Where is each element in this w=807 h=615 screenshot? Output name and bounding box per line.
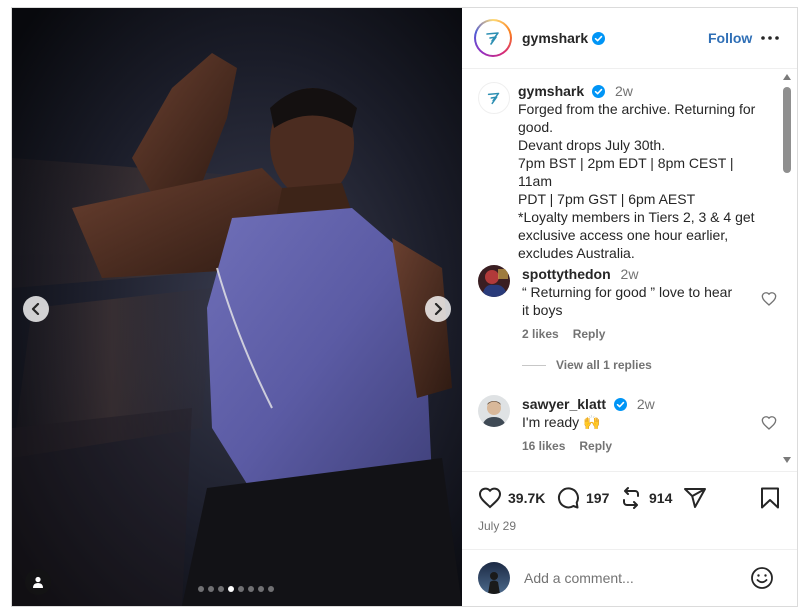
user-tag-icon [33, 576, 43, 588]
comment-username[interactable]: spottythedon [522, 266, 611, 282]
comment-text: “ Returning for good ” love to hear [522, 284, 733, 300]
carousel-next-button[interactable] [425, 296, 451, 322]
bookmark-icon [761, 487, 779, 509]
comment-username[interactable]: sawyer_klatt [522, 396, 606, 412]
post-header: gymshark Follow [462, 8, 797, 69]
chevron-left-icon [31, 303, 40, 315]
comment-text: I'm ready 🙌 [522, 414, 601, 430]
comment-item: spottythedon 2w “ Returning for good ” l… [478, 265, 777, 341]
caption-line: excludes Australia. [518, 245, 635, 261]
comment-count[interactable]: 197 [586, 490, 609, 506]
comment-time[interactable]: 2w [621, 266, 639, 282]
repost-icon [623, 487, 639, 509]
scroll-up-arrow-icon[interactable] [783, 74, 791, 80]
emoji-icon[interactable] [750, 566, 774, 590]
verified-icon [592, 31, 606, 45]
like-count[interactable]: 39.7K [508, 490, 545, 506]
carousel-indicator [198, 586, 274, 592]
avatar[interactable] [478, 395, 510, 427]
post-actions: 39.7K 197 914 July 29 [462, 471, 797, 549]
carousel-dot [218, 586, 224, 592]
avatar[interactable] [478, 265, 510, 297]
heart-icon[interactable] [761, 415, 777, 431]
post-side-panel: gymshark Follow gymshark 2w Forged from … [462, 8, 797, 606]
carousel-dot [268, 586, 274, 592]
comment-time[interactable]: 2w [637, 396, 655, 412]
caption-line: Devant drops July 30th. [518, 137, 666, 153]
view-replies-button[interactable]: View all 1 replies [522, 358, 652, 372]
share-icon [684, 488, 706, 508]
view-replies-label: View all 1 replies [556, 358, 652, 372]
caption-line: PDT | 7pm GST | 6pm AEST [518, 191, 696, 207]
carousel-dot [198, 586, 204, 592]
heart-icon [478, 487, 502, 509]
post-photo [12, 8, 462, 606]
gymshark-logo-icon [487, 92, 500, 105]
post-dialog: gymshark Follow gymshark 2w Forged from … [11, 7, 798, 607]
repost-button[interactable]: 914 [619, 486, 672, 510]
caption-line: exclusive access one hour earlier, [518, 227, 729, 243]
caption-line: 7pm BST | 2pm EDT | 8pm CEST | 11am [518, 155, 734, 189]
gymshark-logo-icon [479, 24, 507, 52]
scrollbar-thumb[interactable] [783, 87, 791, 173]
comments-scrollbar[interactable] [780, 69, 794, 471]
post-date[interactable]: July 29 [478, 519, 516, 533]
reply-button[interactable]: Reply [579, 439, 612, 453]
header-username[interactable]: gymshark [522, 30, 588, 46]
comments-section[interactable]: gymshark 2w Forged from the archive. Ret… [462, 69, 797, 471]
post-media [12, 8, 462, 606]
avatar[interactable] [478, 562, 510, 594]
save-button[interactable] [758, 486, 782, 510]
like-button[interactable]: 39.7K [478, 486, 545, 510]
carousel-dot [238, 586, 244, 592]
more-icon[interactable] [760, 30, 780, 46]
verified-icon [613, 398, 627, 411]
add-comment-bar [462, 549, 797, 606]
follow-button[interactable]: Follow [708, 30, 752, 46]
post-caption: gymshark 2w Forged from the archive. Ret… [478, 82, 768, 262]
carousel-dot [258, 586, 264, 592]
verified-icon [592, 85, 606, 98]
tagged-users-button[interactable] [25, 569, 51, 595]
share-button[interactable] [683, 486, 707, 510]
scroll-down-arrow-icon[interactable] [783, 457, 791, 463]
caption-line: good. [518, 119, 554, 135]
comment-text: it boys [522, 302, 563, 318]
avatar[interactable] [474, 19, 512, 57]
comment-likes[interactable]: 2 likes [522, 327, 559, 341]
carousel-dot [248, 586, 254, 592]
caption-line: *Loyalty members in Tiers 2, 3 & 4 get [518, 209, 755, 225]
caption-line: Forged from the archive. Returning for [518, 101, 756, 117]
comment-item: sawyer_klatt 2w I'm ready 🙌 16 likes Rep… [478, 395, 777, 453]
chevron-right-icon [434, 303, 443, 315]
comment-input[interactable] [522, 569, 726, 587]
caption-time[interactable]: 2w [615, 83, 633, 99]
reply-button[interactable]: Reply [573, 327, 606, 341]
carousel-dot [228, 586, 234, 592]
comment-likes[interactable]: 16 likes [522, 439, 565, 453]
comment-icon [557, 487, 579, 509]
replies-divider [522, 364, 546, 366]
carousel-dot [208, 586, 214, 592]
repost-count[interactable]: 914 [649, 490, 672, 506]
comment-button[interactable]: 197 [556, 486, 609, 510]
caption-username[interactable]: gymshark [518, 83, 584, 99]
heart-icon[interactable] [761, 291, 777, 307]
avatar[interactable] [478, 82, 510, 114]
carousel-prev-button[interactable] [23, 296, 49, 322]
